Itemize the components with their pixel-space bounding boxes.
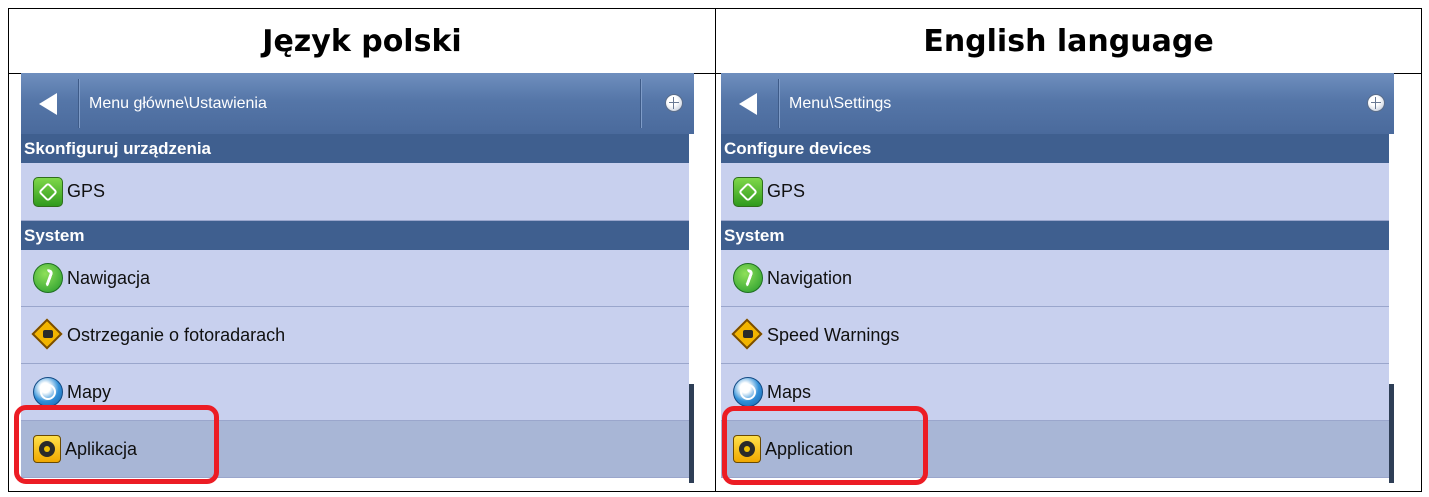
- back-arrow-icon[interactable]: [39, 93, 57, 115]
- scrollbar-thumb[interactable]: [1389, 384, 1394, 483]
- list-item-gps[interactable]: GPS: [21, 163, 694, 221]
- title-divider: [778, 79, 779, 128]
- list-item-speed-warnings[interactable]: Speed Warnings: [721, 307, 1394, 364]
- section-header-devices: Configure devices: [721, 134, 1394, 163]
- maps-icon: [733, 377, 763, 407]
- list-item-label: Nawigacja: [67, 267, 151, 288]
- list-item-label: GPS: [767, 181, 806, 201]
- list-item-gps[interactable]: GPS: [721, 163, 1394, 221]
- title-divider: [640, 79, 641, 128]
- column-divider: [715, 9, 716, 491]
- globe-icon[interactable]: [665, 94, 683, 112]
- gps-icon: [733, 176, 763, 207]
- breadcrumb-path: Menu główne\Ustawienia: [89, 95, 267, 112]
- breadcrumb-path: Menu\Settings: [789, 95, 892, 112]
- scrollbar[interactable]: [689, 134, 694, 483]
- section-header-system: System: [721, 221, 1394, 250]
- navigation-icon: [33, 263, 63, 293]
- list-item-label: Speed Warnings: [767, 324, 900, 345]
- header-polish: Język polski: [262, 23, 462, 59]
- list-item-speed-warnings[interactable]: Ostrzeganie o fotoradarach: [21, 307, 694, 364]
- title-bar: Menu główne\Ustawienia: [21, 73, 694, 134]
- scrollbar[interactable]: [1389, 134, 1394, 483]
- speed-camera-icon: [33, 320, 63, 350]
- speed-camera-icon: [733, 320, 763, 350]
- list-item-label: GPS: [67, 181, 106, 201]
- navigation-icon: [733, 263, 763, 293]
- title-divider: [78, 79, 79, 128]
- highlight-box-polish: [14, 405, 219, 484]
- maps-icon: [33, 377, 63, 407]
- list-item-label: Mapy: [67, 381, 112, 402]
- list-item-label: Ostrzeganie o fotoradarach: [67, 324, 286, 345]
- back-arrow-icon[interactable]: [739, 93, 757, 115]
- list-item-label: Maps: [767, 381, 812, 402]
- scrollbar-thumb[interactable]: [689, 384, 694, 483]
- header-english: English language: [923, 23, 1214, 59]
- section-header-system: System: [21, 221, 694, 250]
- list-item-navigation[interactable]: Nawigacja: [21, 250, 694, 307]
- section-header-devices: Skonfiguruj urządzenia: [21, 134, 694, 163]
- highlight-box-english: [722, 406, 928, 485]
- globe-icon[interactable]: [1367, 94, 1385, 112]
- gps-icon: [33, 176, 63, 207]
- list-item-navigation[interactable]: Navigation: [721, 250, 1394, 307]
- title-bar: Menu\Settings: [721, 73, 1394, 134]
- list-item-label: Navigation: [767, 267, 853, 288]
